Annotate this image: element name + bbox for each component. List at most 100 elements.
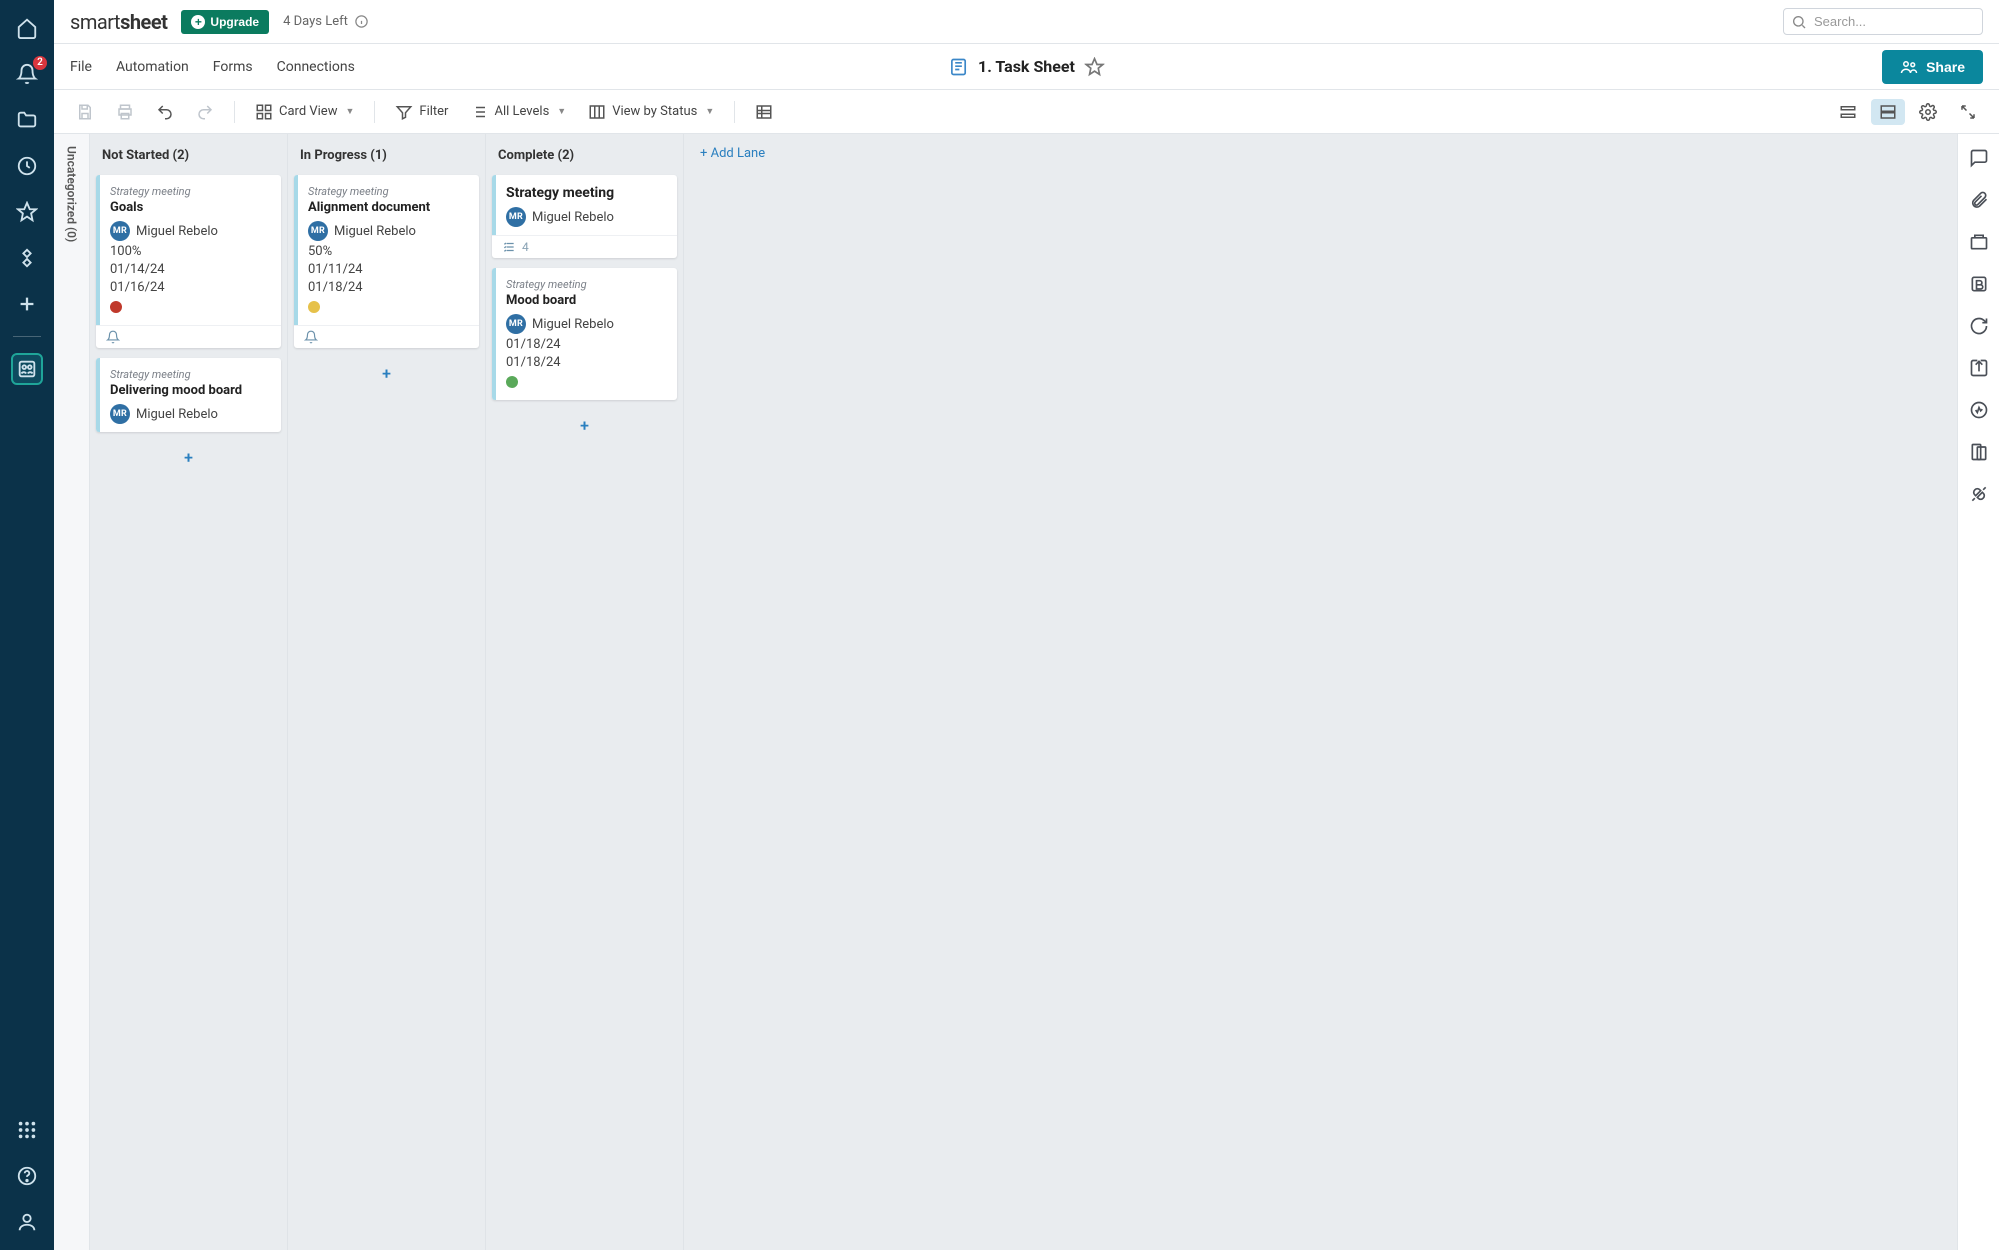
summary-icon[interactable] bbox=[1967, 440, 1991, 464]
search-container bbox=[1783, 8, 1983, 35]
menu-automation[interactable]: Automation bbox=[116, 59, 189, 75]
card-category: Strategy meeting bbox=[110, 185, 271, 198]
lane-title[interactable]: Complete (2) bbox=[492, 144, 677, 175]
attachments-icon[interactable] bbox=[1967, 188, 1991, 212]
all-levels-button[interactable]: All Levels▼ bbox=[462, 99, 574, 125]
folder-icon[interactable] bbox=[13, 106, 41, 134]
upgrade-label: Upgrade bbox=[210, 15, 259, 29]
avatar: MR bbox=[110, 221, 130, 241]
nav-divider bbox=[13, 336, 41, 337]
upgrade-button[interactable]: + Upgrade bbox=[181, 10, 269, 34]
comments-icon[interactable] bbox=[1967, 146, 1991, 170]
board: Not Started (2)Strategy meetingGoalsMRMi… bbox=[90, 134, 1957, 1250]
right-rail bbox=[1957, 134, 1999, 1250]
recents-icon[interactable] bbox=[13, 152, 41, 180]
assignee-name: Miguel Rebelo bbox=[136, 407, 218, 422]
assignee-name: Miguel Rebelo bbox=[334, 224, 416, 239]
card-assignee: MR Miguel Rebelo bbox=[308, 221, 469, 241]
levels-icon bbox=[470, 103, 488, 121]
card-assignee: MRMiguel Rebelo bbox=[506, 314, 667, 334]
kanban-card[interactable]: Strategy meeting Goals MR Miguel Rebelo 100%… bbox=[96, 175, 281, 348]
search-icon bbox=[1791, 14, 1807, 30]
card-start-date: 01/14/24 bbox=[110, 262, 271, 277]
table-icon[interactable] bbox=[747, 99, 781, 125]
menu-bar: File Automation Forms Connections 1. Tas… bbox=[54, 44, 1999, 90]
proofs-icon[interactable] bbox=[1967, 230, 1991, 254]
avatar: MR bbox=[308, 221, 328, 241]
top-bar: smartsheet + Upgrade 4 Days Left bbox=[54, 0, 1999, 44]
publish-icon[interactable] bbox=[1967, 356, 1991, 380]
card-percent: 100% bbox=[110, 244, 271, 259]
view-by-button[interactable]: View by Status▼ bbox=[580, 99, 722, 125]
menu-file[interactable]: File bbox=[70, 59, 92, 75]
home-icon[interactable] bbox=[13, 14, 41, 42]
lane: Complete (2)Strategy meetingStrategy mee… bbox=[486, 134, 684, 1250]
card-title: Goals bbox=[110, 200, 271, 215]
card-view-button[interactable]: Card View▼ bbox=[247, 99, 362, 125]
card-assignee: MRMiguel Rebelo bbox=[506, 207, 667, 227]
print-icon bbox=[108, 99, 142, 125]
menu-connections[interactable]: Connections bbox=[277, 59, 355, 75]
help-icon[interactable] bbox=[13, 1162, 41, 1190]
settings-icon[interactable] bbox=[1911, 99, 1945, 125]
brandfolder-icon[interactable] bbox=[1967, 272, 1991, 296]
notifications-badge: 2 bbox=[33, 56, 47, 70]
activity-log-icon[interactable] bbox=[1967, 398, 1991, 422]
undo-icon[interactable] bbox=[148, 99, 182, 125]
star-icon[interactable] bbox=[1085, 57, 1105, 77]
avatar: MR bbox=[506, 314, 526, 334]
board-area: Uncategorized (0) Not Started (2)Strateg… bbox=[54, 134, 1999, 1250]
share-button[interactable]: Share bbox=[1882, 50, 1983, 84]
card-start-date: 01/11/24 bbox=[308, 262, 469, 277]
solution-center-icon[interactable] bbox=[13, 1116, 41, 1144]
create-new-icon[interactable] bbox=[13, 290, 41, 318]
card-end-date: 01/18/24 bbox=[506, 355, 667, 370]
add-card-button[interactable]: + bbox=[96, 442, 281, 473]
columns-icon bbox=[588, 103, 606, 121]
update-requests-icon[interactable] bbox=[1967, 314, 1991, 338]
kanban-card[interactable]: Strategy meetingStrategy meetingMRMiguel… bbox=[492, 175, 677, 258]
sheet-icon bbox=[948, 57, 968, 77]
notifications-icon[interactable]: 2 bbox=[13, 60, 41, 88]
expand-icon[interactable] bbox=[1951, 99, 1985, 125]
connections-icon[interactable] bbox=[1967, 482, 1991, 506]
status-dot bbox=[308, 301, 320, 313]
add-card-button[interactable]: + bbox=[294, 358, 479, 389]
workapps-icon[interactable] bbox=[13, 244, 41, 272]
card-assignee: MR Miguel Rebelo bbox=[110, 221, 271, 241]
status-dot bbox=[110, 301, 122, 313]
card-start-date: 01/18/24 bbox=[506, 337, 667, 352]
resource-management-icon[interactable] bbox=[13, 355, 41, 383]
favorites-icon[interactable] bbox=[13, 198, 41, 226]
account-icon[interactable] bbox=[13, 1208, 41, 1236]
card-end-date: 01/18/24 bbox=[308, 280, 469, 295]
avatar: MR bbox=[110, 404, 130, 424]
card-category: Strategy meeting bbox=[308, 185, 469, 198]
redo-icon bbox=[188, 99, 222, 125]
compact-view-icon[interactable] bbox=[1831, 99, 1865, 125]
menu-forms[interactable]: Forms bbox=[213, 59, 253, 75]
info-icon[interactable] bbox=[354, 14, 369, 29]
uncategorized-strip[interactable]: Uncategorized (0) bbox=[54, 134, 90, 1250]
kanban-card[interactable]: Strategy meetingMood boardMRMiguel Rebel… bbox=[492, 268, 677, 400]
status-dot bbox=[506, 376, 518, 388]
add-lane-button[interactable]: + Add Lane bbox=[700, 146, 765, 161]
filter-button[interactable]: Filter bbox=[387, 99, 456, 125]
add-card-button[interactable]: + bbox=[492, 410, 677, 441]
search-input[interactable] bbox=[1783, 8, 1983, 35]
lane-title[interactable]: In Progress (1) bbox=[294, 144, 479, 175]
kanban-card[interactable]: Strategy meetingDelivering mood boardMRM… bbox=[96, 358, 281, 432]
left-nav-rail: 2 bbox=[0, 0, 54, 1250]
people-icon bbox=[1900, 58, 1918, 76]
subtask-count: 4 bbox=[522, 240, 529, 254]
filter-icon bbox=[395, 103, 413, 121]
full-view-icon[interactable] bbox=[1871, 99, 1905, 125]
kanban-card[interactable]: Strategy meetingAlignment documentMRMigu… bbox=[294, 175, 479, 348]
card-footer bbox=[294, 325, 479, 348]
sheet-title: 1. Task Sheet bbox=[948, 57, 1105, 77]
assignee-name: Miguel Rebelo bbox=[136, 224, 218, 239]
bell-icon bbox=[304, 330, 318, 344]
lane-title[interactable]: Not Started (2) bbox=[96, 144, 281, 175]
plus-circle-icon: + bbox=[191, 15, 205, 29]
card-category: Strategy meeting bbox=[506, 278, 667, 291]
